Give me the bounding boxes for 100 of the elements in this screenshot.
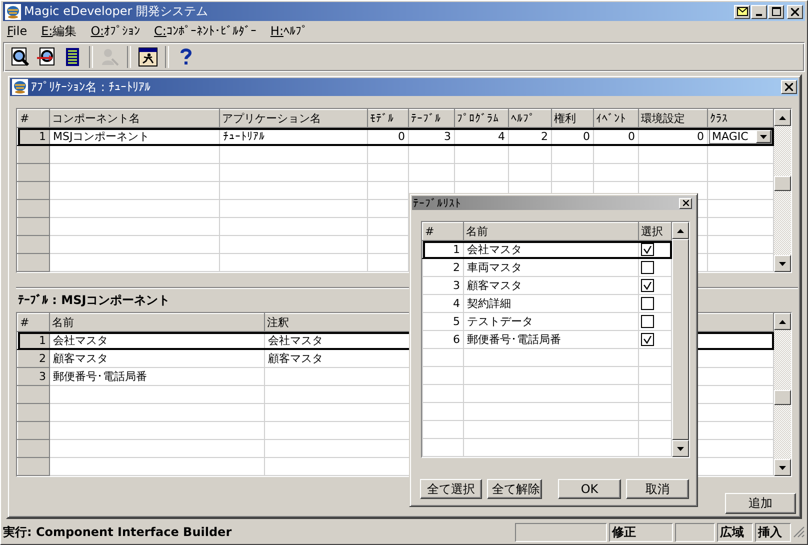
checkbox[interactable]: [641, 261, 654, 274]
globe-icon: [5, 4, 21, 20]
checkbox[interactable]: [641, 333, 654, 346]
empty-cell: [508, 146, 552, 164]
scroll-thumb[interactable]: [774, 176, 791, 191]
row-number: 1: [18, 332, 50, 350]
column-header[interactable]: 権利: [552, 110, 594, 128]
check-icon: [643, 246, 652, 254]
scroll-thumb[interactable]: [774, 390, 791, 405]
status-panel: 挿入: [755, 522, 791, 542]
magnifier-page-icon: [10, 47, 30, 67]
empty-cell: [454, 146, 508, 164]
column-header[interactable]: コンポーネント名: [50, 110, 220, 128]
column-header[interactable]: ﾌﾟﾛｸﾞﾗﾑ: [454, 110, 508, 128]
row-number: 6: [422, 330, 464, 348]
up-arrow-icon: [779, 320, 786, 324]
envelope-icon: [736, 7, 748, 16]
menu-item[interactable]: File: [7, 24, 28, 38]
column-header[interactable]: アプリケーション名: [220, 110, 368, 128]
column-header[interactable]: 選択: [638, 222, 672, 240]
empty-cell: [422, 366, 464, 384]
minimize-icon: [756, 14, 762, 16]
table-cell: 顧客マスタ: [464, 276, 638, 294]
close-icon: [682, 200, 688, 206]
minimize-button[interactable]: [751, 4, 767, 18]
close-button[interactable]: [787, 4, 803, 18]
column-header[interactable]: 環境設定: [638, 110, 708, 128]
checkbox[interactable]: [641, 279, 654, 292]
class-dropdown[interactable]: MAGIC: [709, 129, 772, 144]
scroll-up-button[interactable]: [774, 313, 791, 330]
row-number: 4: [422, 294, 464, 312]
scroll-down-button[interactable]: [672, 440, 689, 457]
globe-icon: [12, 79, 28, 95]
column-header[interactable]: 名前: [50, 314, 264, 332]
column-header[interactable]: #: [18, 314, 50, 332]
menu-item[interactable]: H:ﾍﾙﾌﾟ: [270, 24, 308, 38]
empty-cell: [422, 348, 464, 366]
scroll-up-button[interactable]: [672, 222, 689, 239]
empty-cell: [368, 164, 408, 182]
row-number: 1: [422, 240, 464, 258]
column-header[interactable]: #: [422, 222, 464, 240]
up-arrow-icon: [779, 116, 786, 120]
scroll-down-button[interactable]: [774, 459, 791, 476]
row-number: 5: [422, 312, 464, 330]
empty-cell: [422, 420, 464, 438]
checkbox[interactable]: [641, 315, 654, 328]
close-button[interactable]: [781, 80, 797, 94]
column-header[interactable]: ﾍﾙﾌﾟ: [508, 110, 552, 128]
empty-cell: [594, 146, 638, 164]
dialog-button[interactable]: 取消: [626, 479, 689, 499]
checkbox[interactable]: [641, 297, 654, 310]
menu-item[interactable]: E:編集: [41, 22, 77, 40]
empty-cell: [408, 146, 454, 164]
empty-cell: [368, 146, 408, 164]
table-cell: 車両マスタ: [464, 258, 638, 276]
check-icon: [643, 282, 652, 290]
column-header[interactable]: ﾃｰﾌﾞﾙ: [408, 110, 454, 128]
column-header[interactable]: #: [18, 110, 50, 128]
toolbar-button[interactable]: [136, 45, 160, 69]
column-header[interactable]: ﾓﾃﾞﾙ: [368, 110, 408, 128]
resize-grip-icon: [793, 526, 805, 538]
menu-item[interactable]: C:ｺﾝﾎﾟｰﾈﾝﾄ･ﾋﾞﾙﾀﾞｰ: [154, 24, 256, 38]
empty-cell: [638, 164, 708, 182]
down-arrow-icon: [779, 262, 786, 266]
row-number: 2: [422, 258, 464, 276]
status-panel: 広域: [717, 522, 753, 542]
window-title: Magic eDeveloper 開発システム: [24, 3, 208, 20]
scroll-down-button[interactable]: [774, 255, 791, 272]
dialog-button[interactable]: 全て選択: [420, 479, 482, 499]
dialog-title: ﾃｰﾌﾞﾙﾘｽﾄ: [413, 196, 461, 210]
menu-item[interactable]: O:ｵﾌﾟｼｮﾝ: [90, 24, 140, 38]
table-cell: 郵便番号･電話局番: [50, 368, 264, 386]
maximize-icon: [772, 7, 780, 16]
close-button[interactable]: [679, 198, 692, 208]
close-icon: [791, 8, 799, 16]
up-arrow-icon: [677, 228, 684, 232]
table-cell: テストデータ: [464, 312, 638, 330]
column-header[interactable]: ｲﾍﾞﾝﾄ: [594, 110, 638, 128]
column-header[interactable]: ｸﾗｽ: [708, 110, 774, 128]
column-header[interactable]: 名前: [464, 222, 638, 240]
running-figure-icon: [138, 47, 158, 67]
table-cell: 契約詳細: [464, 294, 638, 312]
empty-cell: [638, 146, 708, 164]
add-button[interactable]: 追加: [725, 493, 796, 514]
status-panel: [675, 522, 715, 542]
maximize-button[interactable]: [768, 4, 784, 18]
person-icon: [100, 47, 120, 67]
dialog-button[interactable]: OK: [558, 479, 621, 499]
scroll-thumb[interactable]: [672, 239, 689, 440]
row-number: 1: [18, 128, 50, 146]
table-cell: 顧客マスタ: [50, 350, 264, 368]
down-arrow-icon: [779, 466, 786, 470]
empty-cell: [552, 146, 594, 164]
scroll-up-button[interactable]: [774, 109, 791, 126]
mail-button[interactable]: [734, 4, 750, 18]
dialog-button[interactable]: 全て解除: [487, 479, 542, 499]
row-number: 3: [18, 368, 50, 386]
child-window-title: ｱﾌﾟﾘｹｰｼｮﾝ名 : ﾁｭｰﾄﾘｱﾙ: [31, 78, 151, 96]
close-icon: [785, 83, 793, 91]
checkbox[interactable]: [641, 243, 654, 256]
